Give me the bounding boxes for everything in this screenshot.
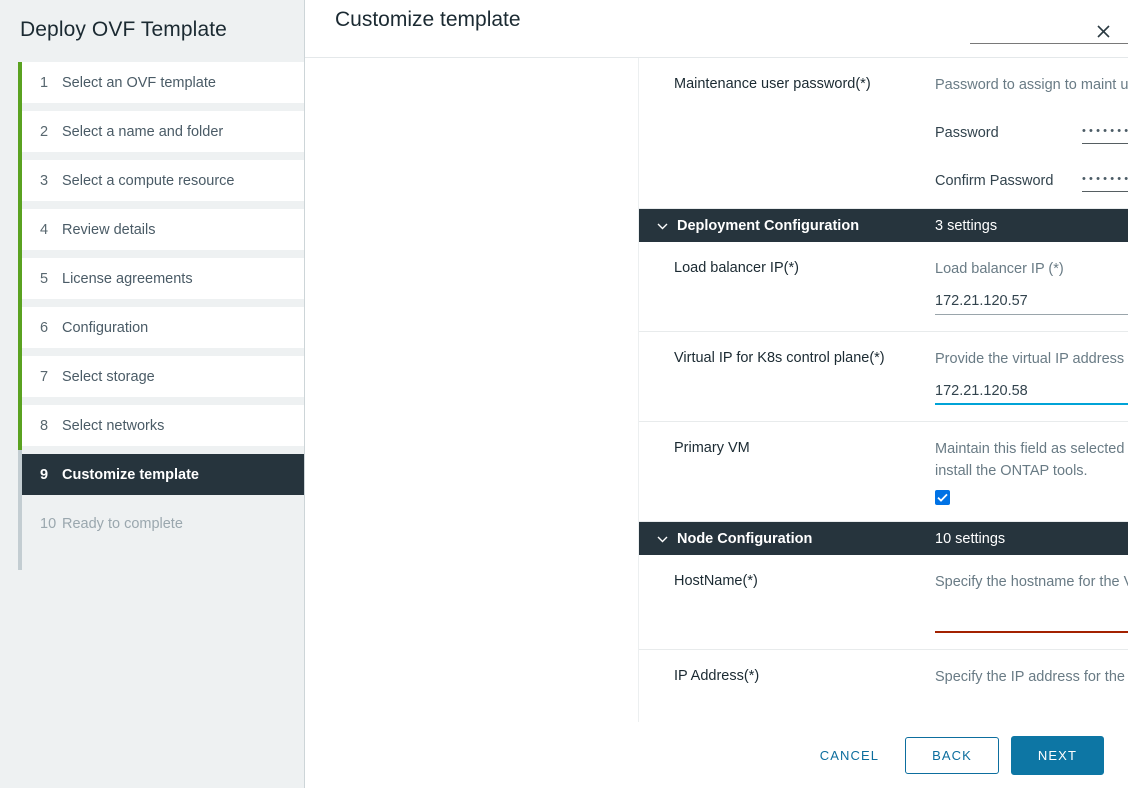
input-value: 172.21.120.57 — [935, 293, 1028, 309]
row-load-balancer-ip: Load balancer IP(*) Load balancer IP (*)… — [639, 242, 1128, 332]
page-title: Customize template — [335, 8, 521, 32]
cancel-button[interactable]: CANCEL — [806, 740, 893, 771]
section-settings-count: 3 settings — [935, 218, 997, 234]
field-description: Password to assign to maint user account — [935, 74, 1128, 96]
row-virtual-ip-k8s-control-plane: Virtual IP for K8s control plane(*) Prov… — [639, 332, 1128, 422]
next-button[interactable]: NEXT — [1011, 736, 1104, 775]
sidebar-step-1[interactable]: 1 Select an OVF template — [22, 62, 304, 103]
step-number: 6 — [40, 320, 62, 336]
wizard-sidebar: Deploy OVF Template 1 Select an OVF temp… — [0, 0, 305, 788]
confirm-password-label: Confirm Password — [935, 173, 1082, 189]
hostname-input[interactable] — [935, 607, 1128, 633]
field-label: Load balancer IP(*) — [639, 258, 935, 315]
step-number: 1 — [40, 75, 62, 91]
field-content: Password to assign to maint user account… — [935, 74, 1128, 192]
row-maintenance-user-password: Maintenance user password(*) Password to… — [639, 58, 1128, 209]
checkmark-icon — [937, 493, 948, 502]
virtual-ip-input[interactable]: 172.21.120.58 — [935, 378, 1128, 405]
chevron-down-icon — [657, 222, 668, 230]
row-primary-vm: Primary VM Maintain this field as select… — [639, 422, 1128, 522]
field-label: HostName(*) — [639, 571, 935, 633]
step-number: 5 — [40, 271, 62, 287]
load-balancer-ip-input[interactable]: 172.21.120.57 — [935, 288, 1128, 315]
confirm-password-masked-value: ••••••••• — [1082, 174, 1128, 187]
section-header-node-configuration[interactable]: Node Configuration 10 settings — [639, 522, 1128, 555]
scrolled-field-underline — [970, 43, 1128, 44]
step-number: 10 — [40, 516, 62, 532]
sidebar-step-4[interactable]: 4 Review details — [22, 209, 304, 250]
section-title-wrap: Deployment Configuration — [639, 218, 935, 234]
password-label: Password — [935, 125, 1082, 141]
field-content: Specify the hostname for the VM — [935, 571, 1128, 633]
password-field-group: Password ••••••••• — [935, 122, 1128, 144]
sidebar-step-9-customize-template[interactable]: 9 Customize template — [22, 454, 304, 495]
field-label: IP Address(*) — [639, 666, 935, 722]
field-description: Specify the IP address for the appliance — [935, 666, 1128, 688]
input-value: 172.21.120.58 — [935, 383, 1028, 399]
main-panel: Customize template Maintenance user pass… — [305, 0, 1128, 788]
password-masked-value: ••••••••• — [1082, 126, 1128, 139]
wizard-footer: CANCEL BACK NEXT — [610, 722, 1128, 788]
password-input[interactable]: ••••••••• — [1082, 122, 1128, 144]
sidebar-step-3[interactable]: 3 Select a compute resource — [22, 160, 304, 201]
step-label: Select storage — [62, 369, 155, 385]
sidebar-step-6[interactable]: 6 Configuration — [22, 307, 304, 348]
step-label: Select a compute resource — [62, 173, 234, 189]
row-hostname: HostName(*) Specify the hostname for the… — [639, 555, 1128, 650]
form-scroll-area[interactable]: Maintenance user password(*) Password to… — [638, 58, 1128, 722]
field-content: Specify the IP address for the appliance — [935, 666, 1128, 722]
step-label: Ready to complete — [62, 516, 183, 532]
ip-address-input[interactable] — [935, 702, 1128, 722]
sidebar-step-10: 10 Ready to complete — [22, 503, 304, 544]
chevron-down-icon — [657, 535, 668, 543]
field-content: Provide the virtual IP address for K8s c… — [935, 348, 1128, 405]
section-header-deployment-configuration[interactable]: Deployment Configuration 3 settings — [639, 209, 1128, 242]
step-label: Select a name and folder — [62, 124, 223, 140]
field-label: Primary VM — [639, 438, 935, 505]
sidebar-step-5[interactable]: 5 License agreements — [22, 258, 304, 299]
step-label: Select networks — [62, 418, 164, 434]
step-number: 7 — [40, 369, 62, 385]
step-label: Select an OVF template — [62, 75, 216, 91]
section-title: Node Configuration — [677, 531, 812, 547]
sidebar-step-2[interactable]: 2 Select a name and folder — [22, 111, 304, 152]
step-number: 9 — [40, 467, 62, 483]
field-description: Load balancer IP (*) — [935, 258, 1128, 280]
step-label: Configuration — [62, 320, 148, 336]
step-number: 3 — [40, 173, 62, 189]
field-description: Maintain this field as selected to set t… — [935, 438, 1128, 482]
sidebar-step-8[interactable]: 8 Select networks — [22, 405, 304, 446]
close-icon[interactable] — [1090, 18, 1116, 44]
step-number: 8 — [40, 418, 62, 434]
primary-vm-checkbox[interactable] — [935, 490, 950, 505]
step-label: Review details — [62, 222, 156, 238]
field-description: Provide the virtual IP address for K8s c… — [935, 348, 1128, 370]
page-header: Customize template — [305, 0, 1128, 57]
field-label: Virtual IP for K8s control plane(*) — [639, 348, 935, 405]
sidebar-step-7[interactable]: 7 Select storage — [22, 356, 304, 397]
step-number: 4 — [40, 222, 62, 238]
step-number: 2 — [40, 124, 62, 140]
confirm-password-input[interactable]: ••••••••• — [1082, 170, 1128, 192]
back-button[interactable]: BACK — [905, 737, 999, 774]
field-description: Specify the hostname for the VM — [935, 571, 1128, 593]
wizard-title: Deploy OVF Template — [0, 0, 304, 42]
step-label: Customize template — [62, 467, 199, 483]
section-settings-count: 10 settings — [935, 531, 1005, 547]
field-content: Load balancer IP (*) 172.21.120.57 — [935, 258, 1128, 315]
section-title: Deployment Configuration — [677, 218, 859, 234]
section-title-wrap: Node Configuration — [639, 531, 935, 547]
field-label: Maintenance user password(*) — [639, 74, 935, 192]
step-label: License agreements — [62, 271, 193, 287]
row-ip-address: IP Address(*) Specify the IP address for… — [639, 650, 1128, 722]
wizard-step-list: 1 Select an OVF template 2 Select a name… — [0, 62, 304, 544]
confirm-password-field-group: Confirm Password ••••••••• — [935, 170, 1128, 192]
field-content: Maintain this field as selected to set t… — [935, 438, 1128, 505]
deploy-ovf-template-wizard: Deploy OVF Template 1 Select an OVF temp… — [0, 0, 1128, 788]
